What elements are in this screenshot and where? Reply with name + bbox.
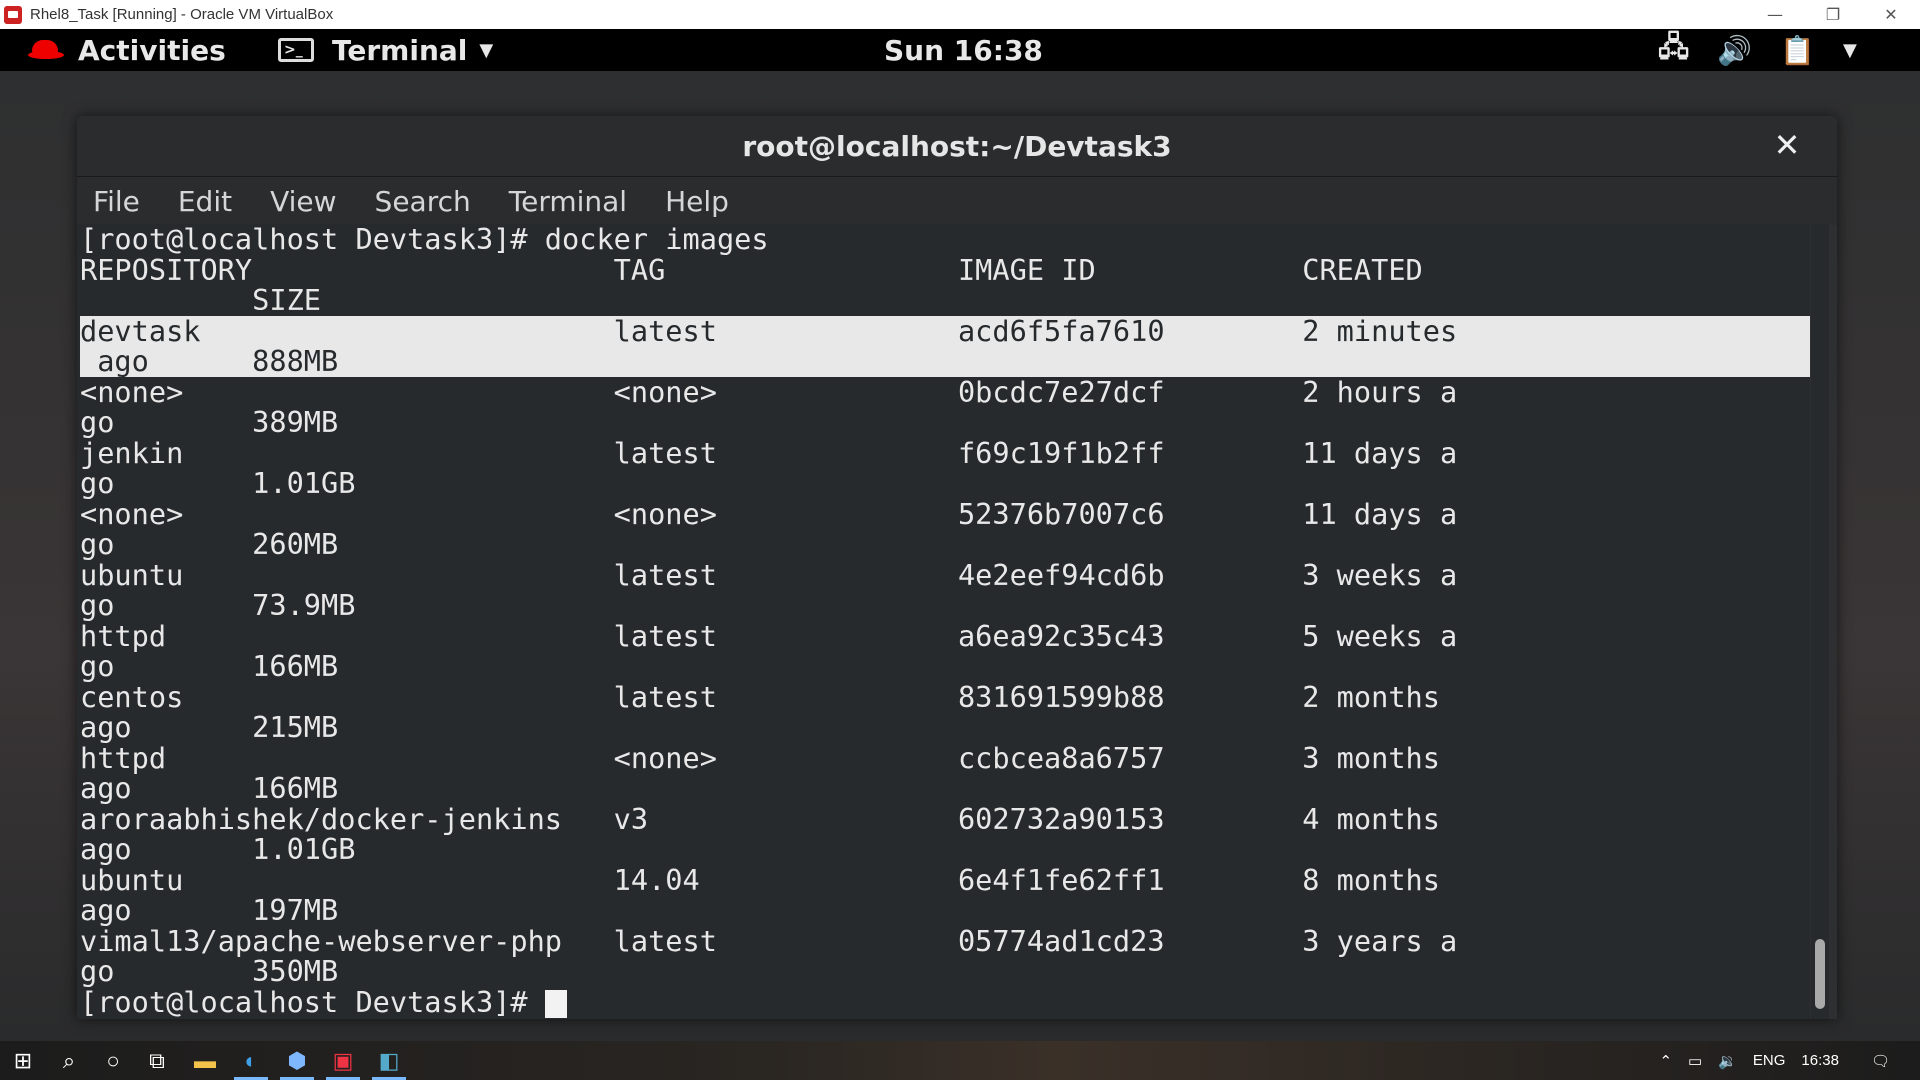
terminal-line: ago 197MB bbox=[80, 893, 339, 927]
activities-label: Activities bbox=[78, 33, 226, 67]
cortana-icon[interactable]: ○ bbox=[90, 1041, 136, 1080]
restore-button[interactable]: ❐ bbox=[1804, 0, 1862, 29]
vbox-title-bar: Rhel8_Task [Running] - Oracle VM Virtual… bbox=[0, 0, 1920, 29]
terminal-prompt-line[interactable]: [root@localhost Devtask3]# bbox=[80, 984, 1810, 1019]
terminal-menubar: File Edit View Search Terminal Help bbox=[77, 177, 1837, 225]
terminal-line: SIZE bbox=[80, 283, 322, 317]
close-icon[interactable]: ✕ bbox=[1767, 126, 1807, 164]
system-menu-chevron-icon: ▼ bbox=[1842, 39, 1857, 61]
vm-window-taskbar-icon[interactable]: ▣ bbox=[320, 1041, 366, 1080]
speaker-icon[interactable]: 🔉 bbox=[1718, 1052, 1737, 1070]
terminal-titlebar[interactable]: root@localhost:~/Devtask3 ✕ bbox=[77, 116, 1837, 177]
virtualbox-icon bbox=[4, 5, 22, 24]
terminal-line: [root@localhost Devtask3]# docker images bbox=[80, 222, 769, 256]
terminal-line: ago 215MB bbox=[80, 710, 339, 744]
clock[interactable]: Sun 16:38 bbox=[884, 29, 1043, 71]
virtualbox-taskbar-icon[interactable]: ⬢ bbox=[274, 1041, 320, 1080]
windows-taskbar: ⊞ ⌕ ○ ⧉ ▬ ◐ ⬢ ▣ ◧ ⌃ ▭ 🔉 ENG 16:38 🗨 bbox=[0, 1041, 1920, 1080]
vbox-window-title: Rhel8_Task [Running] - Oracle VM Virtual… bbox=[30, 6, 334, 23]
terminal-line: httpd latest a6ea92c35c43 5 weeks a bbox=[80, 618, 1458, 653]
windows-start-icon[interactable]: ⊞ bbox=[0, 1041, 46, 1080]
terminal-line: ago 166MB bbox=[80, 771, 339, 805]
language-indicator[interactable]: ENG bbox=[1753, 1052, 1786, 1069]
terminal-app-icon: >_ bbox=[278, 38, 314, 62]
terminal-line: go 73.9MB bbox=[80, 588, 356, 622]
task-view-icon[interactable]: ⧉ bbox=[134, 1041, 180, 1080]
terminal-line: centos latest 831691599b88 2 months bbox=[80, 679, 1440, 714]
menu-search[interactable]: Search bbox=[375, 185, 471, 218]
terminal-app-menu[interactable]: >_ Terminal ▼ bbox=[278, 29, 493, 71]
redhat-logo-icon bbox=[28, 40, 64, 60]
terminal-line: go 389MB bbox=[80, 405, 339, 439]
terminal-output[interactable]: [root@localhost Devtask3]# docker images… bbox=[77, 224, 1810, 1019]
taskbar-clock[interactable]: 16:38 bbox=[1801, 1052, 1839, 1069]
vbox-window-controls: — ❐ ✕ bbox=[1746, 0, 1920, 29]
terminal-line: httpd <none> ccbcea8a6757 3 months bbox=[80, 740, 1440, 775]
action-center-icon[interactable]: 🗨 bbox=[1871, 1052, 1890, 1070]
terminal-line: ago 1.01GB bbox=[80, 832, 356, 866]
app-taskbar-icon[interactable]: ◧ bbox=[366, 1041, 412, 1080]
scrollbar-thumb[interactable] bbox=[1815, 939, 1825, 1009]
terminal-line: <none> <none> 52376b7007c6 11 days a bbox=[80, 496, 1458, 531]
terminal-line: go 350MB bbox=[80, 954, 339, 988]
vbox-close-button[interactable]: ✕ bbox=[1862, 0, 1920, 29]
terminal-line-selected: ago 888MB bbox=[80, 346, 1810, 377]
chevron-up-icon[interactable]: ⌃ bbox=[1659, 1052, 1672, 1070]
terminal-line: ubuntu 14.04 6e4f1fe62ff1 8 months bbox=[80, 862, 1440, 897]
terminal-prompt: [root@localhost Devtask3]# bbox=[80, 984, 545, 1019]
gnome-top-bar: Activities >_ Terminal ▼ Sun 16:38 🖧 🔊 📋… bbox=[0, 29, 1920, 71]
menu-edit[interactable]: Edit bbox=[178, 185, 232, 218]
terminal-line-selected: devtask latest acd6f5fa7610 2 minutes bbox=[80, 315, 1810, 346]
menu-view[interactable]: View bbox=[270, 185, 336, 218]
battery-icon[interactable]: ▭ bbox=[1688, 1052, 1702, 1070]
chevron-down-icon: ▼ bbox=[479, 39, 494, 61]
minimize-button[interactable]: — bbox=[1746, 0, 1804, 29]
terminal-line: go 1.01GB bbox=[80, 466, 356, 500]
menu-help[interactable]: Help bbox=[665, 185, 729, 218]
terminal-line: go 260MB bbox=[80, 527, 339, 561]
file-explorer-icon[interactable]: ▬ bbox=[182, 1041, 228, 1080]
activities-button[interactable]: Activities bbox=[28, 29, 226, 71]
network-icon: 🖧 bbox=[1658, 30, 1690, 63]
terminal-line: <none> <none> 0bcdc7e27dcf 2 hours a bbox=[80, 374, 1458, 409]
search-icon[interactable]: ⌕ bbox=[46, 1041, 92, 1080]
terminal-scrollbar[interactable] bbox=[1811, 224, 1829, 1019]
menu-terminal[interactable]: Terminal bbox=[509, 185, 627, 218]
terminal-window: root@localhost:~/Devtask3 ✕ File Edit Vi… bbox=[77, 116, 1837, 1019]
terminal-line: REPOSITORY TAG IMAGE ID CREATED bbox=[80, 252, 1423, 287]
terminal-window-title: root@localhost:~/Devtask3 bbox=[742, 129, 1172, 163]
menu-file[interactable]: File bbox=[93, 185, 140, 218]
terminal-line: jenkin latest f69c19f1b2ff 11 days a bbox=[80, 435, 1458, 470]
app-menu-label: Terminal bbox=[332, 33, 468, 67]
text-cursor bbox=[544, 989, 567, 1018]
terminal-line: vimal13/apache-webserver-php latest 0577… bbox=[80, 923, 1458, 958]
edge-browser-icon[interactable]: ◐ bbox=[228, 1041, 274, 1080]
terminal-line: go 166MB bbox=[80, 649, 339, 683]
system-tray[interactable]: 🖧 🔊 📋 ▼ bbox=[1630, 29, 1857, 71]
clipboard-icon: 📋 bbox=[1780, 33, 1815, 67]
notification-area: ⌃ ▭ 🔉 ENG 16:38 🗨 bbox=[1651, 1041, 1920, 1080]
terminal-line: aroraabhishek/docker-jenkins v3 602732a9… bbox=[80, 801, 1440, 836]
terminal-line: ubuntu latest 4e2eef94cd6b 3 weeks a bbox=[80, 557, 1458, 592]
volume-icon: 🔊 bbox=[1717, 33, 1753, 67]
